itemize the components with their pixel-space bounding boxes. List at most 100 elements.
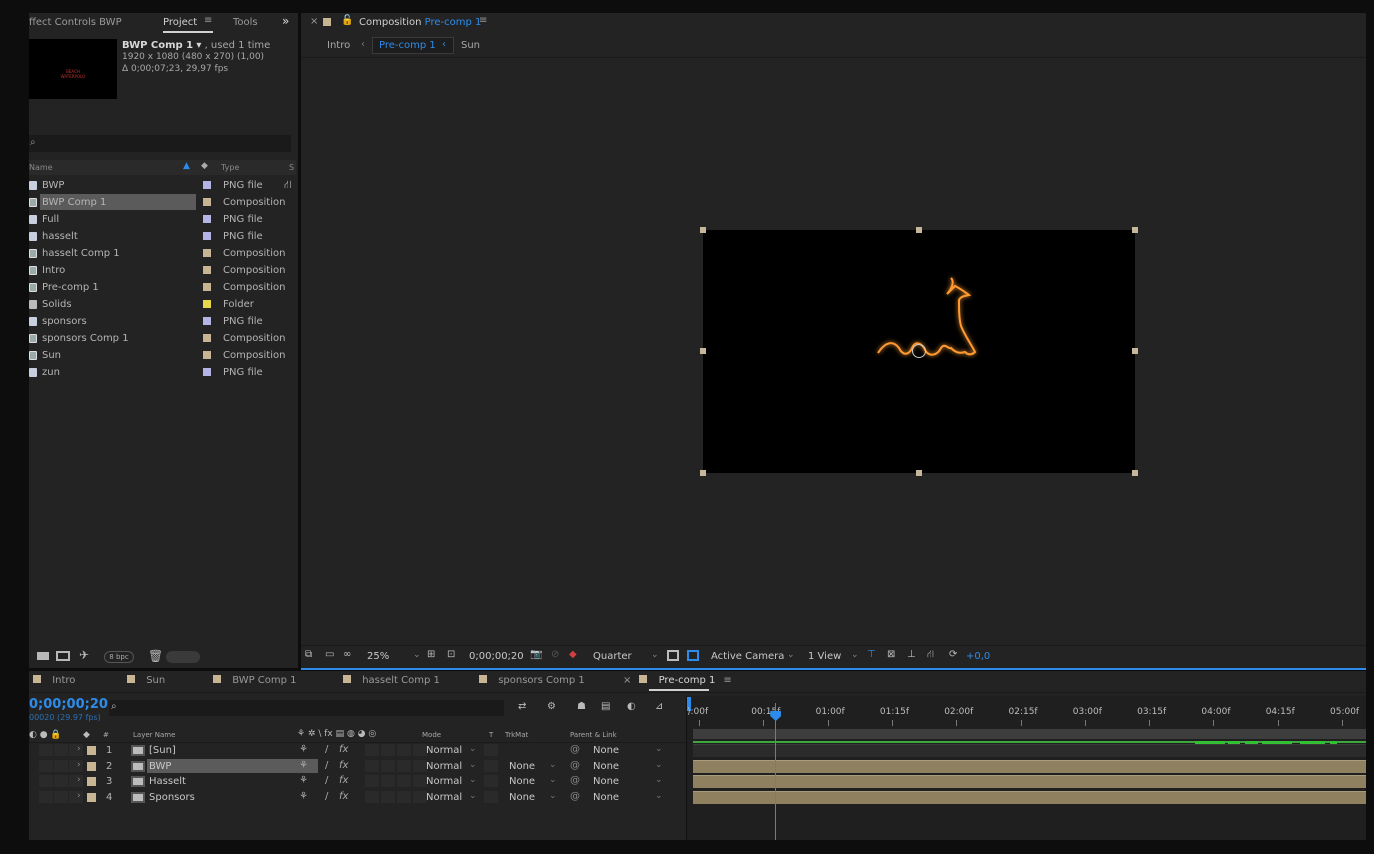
label-color-swatch[interactable] (203, 215, 211, 223)
chevron-down-icon[interactable]: ⌄ (787, 650, 795, 660)
project-item[interactable]: BWP PNG file (29, 177, 282, 194)
png-file-icon (29, 232, 37, 241)
interpret-footage-icon[interactable]: ✈ (79, 648, 89, 662)
chevron-down-icon[interactable]: ⌄ (851, 650, 859, 660)
transform-handle[interactable] (1132, 227, 1138, 233)
composition-icon (29, 266, 37, 275)
project-item-name: sponsors Comp 1 (42, 333, 129, 344)
label-color-swatch[interactable] (203, 334, 211, 342)
breadcrumb-sun[interactable]: Sun (461, 40, 480, 51)
project-item[interactable]: zun PNG file (29, 364, 282, 381)
always-preview-icon[interactable]: ⧉ (305, 649, 312, 660)
label-color-swatch[interactable] (203, 351, 211, 359)
transform-handle[interactable] (1132, 348, 1138, 354)
exposure-reset-icon[interactable]: ⟳ (949, 649, 957, 660)
label-color-swatch[interactable] (203, 266, 211, 274)
project-item[interactable]: Solids Folder (29, 296, 282, 313)
timeline-icon[interactable]: ⊥ (907, 649, 916, 660)
composition-icon (29, 351, 37, 360)
color-channel-icon[interactable]: ◆ (569, 649, 577, 660)
label-color-swatch[interactable] (203, 249, 211, 257)
more-panels-icon[interactable]: » (282, 14, 289, 28)
column-name[interactable]: Name (29, 163, 53, 172)
region-of-interest-icon[interactable] (667, 650, 679, 661)
transform-handle[interactable] (700, 348, 706, 354)
project-search-input[interactable]: ⌕ (29, 135, 291, 152)
label-color-swatch[interactable] (203, 283, 211, 291)
transform-handle[interactable] (700, 227, 706, 233)
label-color-swatch[interactable] (203, 300, 211, 308)
tab-menu-icon[interactable]: ≡ (204, 15, 212, 26)
show-snapshot-icon[interactable]: ⊘ (551, 649, 559, 660)
zoom-select[interactable]: 25% (367, 651, 389, 662)
preview-used: , used 1 time (204, 40, 271, 51)
resolution-select[interactable]: Quarter (593, 651, 632, 662)
preview-name: BWP Comp 1 (122, 40, 194, 51)
composition-viewer[interactable] (703, 230, 1135, 473)
column-size[interactable]: S (289, 163, 294, 172)
label-color-swatch[interactable] (203, 181, 211, 189)
vr-icon[interactable]: ∞ (343, 649, 351, 660)
new-composition-icon[interactable] (56, 651, 70, 661)
camera-select[interactable]: Active Camera (711, 651, 784, 662)
sort-up-icon[interactable]: ▲ (183, 161, 190, 171)
current-time-indicator[interactable] (770, 703, 782, 840)
chevron-down-icon[interactable]: ⌄ (651, 650, 659, 660)
label-color-swatch[interactable] (203, 232, 211, 240)
label-column-icon[interactable]: ◆ (201, 161, 208, 171)
anchor-point-icon[interactable] (912, 344, 926, 358)
layer-duration-bar[interactable] (693, 759, 1366, 773)
layer-duration-bar[interactable] (693, 775, 1366, 788)
monitor-icon[interactable]: ▭ (325, 649, 334, 660)
title-safe-icon[interactable]: ⊡ (447, 649, 455, 660)
project-item[interactable]: hasselt Comp 1 Composition (29, 245, 285, 262)
exposure-value[interactable]: +0,0 (966, 651, 990, 662)
timecode-display[interactable]: 0;00;00;20 (469, 651, 524, 662)
chevron-down-icon[interactable]: ▾ (196, 40, 201, 51)
layer-duration-bar[interactable] (693, 790, 1366, 804)
transparency-grid-icon[interactable] (687, 650, 699, 661)
preview-thumbnail: BEACH WATERPOLO (29, 39, 117, 99)
project-item[interactable]: Sun Composition (29, 347, 285, 364)
chevron-down-icon[interactable]: ⌄ (413, 650, 421, 660)
transform-handle[interactable] (916, 470, 922, 476)
project-item[interactable]: BWP Comp 1 Composition (29, 194, 285, 211)
project-item[interactable]: Intro Composition (29, 262, 285, 279)
project-item[interactable]: sponsors PNG file (29, 313, 282, 330)
transform-handle[interactable] (700, 470, 706, 476)
fit-icon[interactable]: ⊞ (427, 649, 435, 660)
tab-project[interactable]: Project (163, 17, 197, 28)
tab-effect-controls[interactable]: ffect Controls BWP (29, 17, 122, 28)
project-item[interactable]: sponsors Comp 1 Composition (29, 330, 285, 347)
close-icon[interactable]: × (310, 16, 318, 27)
toggle-pixel-icon[interactable]: ⊤ (867, 649, 876, 660)
panel-menu-icon[interactable]: ≡ (479, 15, 487, 26)
project-item-name: hasselt Comp 1 (42, 248, 120, 259)
lock-icon[interactable]: 🔓 (341, 15, 353, 26)
label-color-swatch[interactable] (203, 368, 211, 376)
snapshot-icon[interactable]: 📷 (530, 649, 542, 660)
project-item[interactable]: Full PNG file (29, 211, 282, 228)
view-layout-select[interactable]: 1 View (808, 651, 841, 662)
transform-handle[interactable] (1132, 470, 1138, 476)
layer-duration-bar[interactable] (693, 744, 1366, 757)
project-item[interactable]: hasselt PNG file (29, 228, 282, 245)
panel-focus-line (301, 668, 1366, 670)
thumbnail-slider[interactable] (166, 651, 200, 663)
project-item-name: zun (42, 367, 60, 378)
trash-icon[interactable]: 🗑 (148, 649, 163, 663)
breadcrumb-intro[interactable]: Intro (327, 40, 350, 51)
column-type[interactable]: Type (221, 163, 239, 172)
flowchart-icon[interactable]: ⛙ (284, 178, 292, 193)
flowchart-icon[interactable]: ⛙ (927, 649, 934, 662)
folder-icon[interactable] (37, 652, 49, 660)
bpc-button[interactable]: 8 bpc (104, 651, 134, 663)
project-item[interactable]: Pre-comp 1 Composition (29, 279, 285, 296)
tab-tools[interactable]: Tools (233, 17, 258, 28)
project-item-type: PNG file (223, 316, 263, 327)
label-color-swatch[interactable] (203, 198, 211, 206)
label-color-swatch[interactable] (203, 317, 211, 325)
fast-preview-icon[interactable]: ⊠ (887, 649, 895, 660)
preview-info: BWP Comp 1 ▾ , used 1 time (122, 40, 270, 51)
transform-handle[interactable] (916, 227, 922, 233)
